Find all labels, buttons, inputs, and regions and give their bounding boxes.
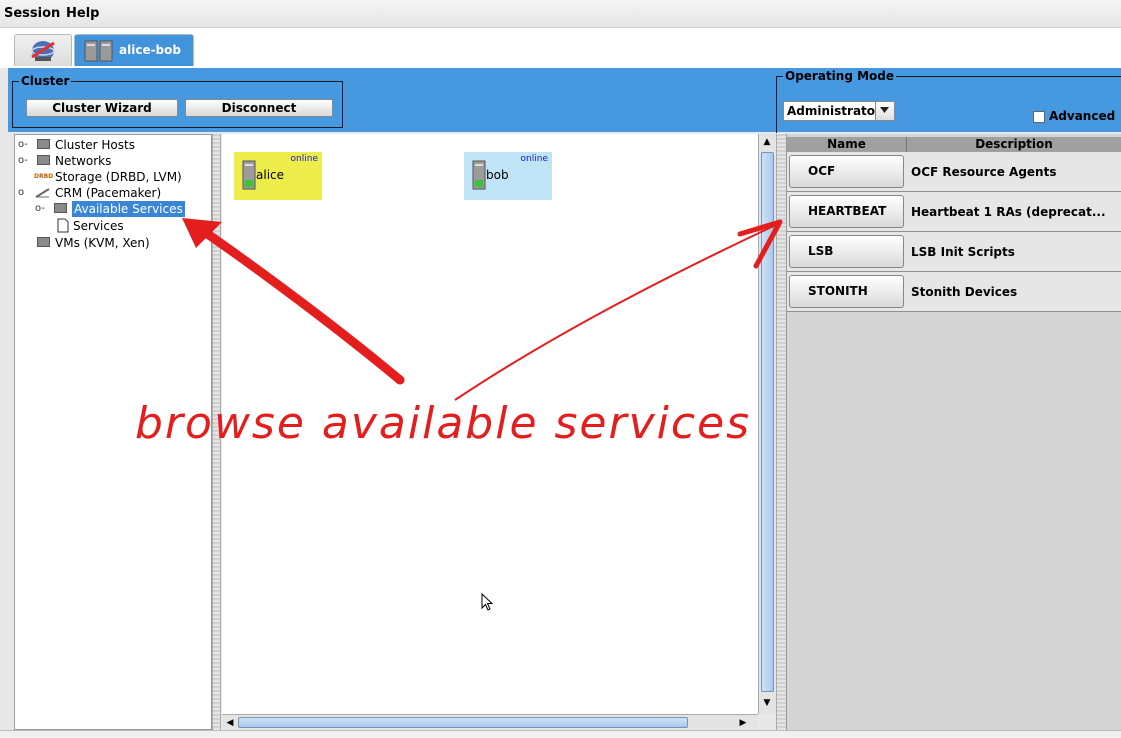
service-description: OCF Resource Agents — [911, 165, 1057, 179]
folder-icon — [37, 155, 50, 165]
tree-item-label: Services — [73, 219, 124, 233]
services-table: Name Description OCF OCF Resource Agents… — [786, 134, 1121, 730]
status-bar — [0, 730, 1121, 738]
table-row[interactable]: STONITH Stonith Devices — [787, 272, 1121, 312]
service-class-button[interactable]: LSB — [789, 235, 904, 268]
host-bob[interactable]: online bob — [464, 152, 552, 200]
operating-mode-value: Administrator — [787, 104, 881, 118]
table-header: Name Description — [787, 137, 1121, 152]
globe-icon — [31, 41, 55, 61]
tree-item-label: CRM (Pacemaker) — [55, 186, 162, 200]
cluster-wizard-button[interactable]: Cluster Wizard — [26, 99, 178, 117]
host-name: alice — [256, 168, 285, 182]
tree-item-label: VMs (KVM, Xen) — [55, 236, 150, 250]
tree-item-label: Storage (DRBD, LVM) — [55, 170, 182, 184]
collapse-icon[interactable]: o — [18, 185, 24, 201]
operating-mode-title: Operating Mode — [783, 68, 897, 84]
graph-horizontal-scrollbar[interactable]: ◀ ▶ — [222, 714, 758, 730]
tab-alice-bob[interactable]: alice-bob — [74, 34, 194, 66]
column-header-name[interactable]: Name — [787, 137, 907, 152]
tab-strip: alice-bob — [0, 28, 1121, 68]
column-header-description[interactable]: Description — [907, 137, 1121, 152]
scroll-down-icon[interactable]: ▼ — [760, 696, 774, 710]
service-description: Heartbeat 1 RAs (deprecat... — [911, 205, 1106, 219]
scroll-up-icon[interactable]: ▲ — [760, 135, 774, 149]
expand-icon[interactable]: o- — [35, 201, 45, 217]
host-alice[interactable]: online alice — [234, 152, 322, 200]
server-icon — [472, 160, 486, 190]
operating-mode-select[interactable]: Administrator — [783, 101, 895, 121]
service-class-button[interactable]: STONITH — [789, 275, 904, 308]
operating-mode-group: Operating Mode Administrator Advanced — [776, 68, 1121, 133]
menu-bar: Session Help — [0, 0, 1121, 28]
tab-alice-bob-label: alice-bob — [119, 43, 181, 57]
host-name: bob — [486, 168, 509, 182]
server-icon — [242, 160, 256, 190]
service-class-button[interactable]: HEARTBEAT — [789, 195, 904, 228]
expand-icon[interactable]: o- — [18, 137, 28, 153]
drbd-icon: DRBD — [34, 173, 54, 180]
chevron-down-icon[interactable] — [875, 102, 894, 120]
folder-icon — [37, 237, 50, 247]
service-class-button[interactable]: OCF — [789, 155, 904, 188]
host-status: online — [520, 154, 548, 164]
table-row[interactable]: OCF OCF Resource Agents — [787, 152, 1121, 192]
cluster-icon — [84, 40, 113, 62]
graph-vertical-scrollbar[interactable]: ▲ ▼ — [758, 134, 776, 714]
pacemaker-icon — [35, 188, 50, 198]
host-status: online — [290, 154, 318, 164]
scroll-thumb[interactable] — [238, 717, 688, 728]
disconnect-button[interactable]: Disconnect — [185, 99, 333, 117]
menu-help-label: Help — [66, 6, 100, 21]
cluster-group-title: Cluster — [19, 73, 72, 89]
scroll-right-icon[interactable]: ▶ — [736, 716, 750, 730]
tree-item-label: Cluster Hosts — [55, 138, 135, 152]
tab-home[interactable] — [14, 34, 72, 66]
advanced-label: Advanced — [1049, 109, 1116, 123]
menu-session[interactable]: Session — [4, 6, 60, 21]
service-description: Stonith Devices — [911, 285, 1018, 299]
advanced-checkbox[interactable] — [1033, 111, 1045, 123]
tree-item-label: Available Services — [72, 201, 185, 217]
scroll-left-icon[interactable]: ◀ — [223, 716, 237, 730]
mouse-cursor-icon — [481, 593, 494, 611]
menu-help[interactable]: Help — [66, 6, 99, 21]
document-icon — [57, 218, 69, 233]
service-description: LSB Init Scripts — [911, 245, 1015, 259]
folder-icon — [37, 139, 50, 149]
folder-icon — [54, 203, 67, 213]
table-row[interactable]: LSB LSB Init Scripts — [787, 232, 1121, 272]
cluster-toolbar: Cluster Cluster Wizard Disconnect Operat… — [8, 68, 1121, 133]
right-splitter[interactable] — [776, 134, 786, 730]
scroll-thumb[interactable] — [761, 152, 774, 692]
tree-item-label: Networks — [55, 154, 112, 168]
annotation-text: browse available services — [135, 398, 752, 449]
table-row[interactable]: HEARTBEAT Heartbeat 1 RAs (deprecat... — [787, 192, 1121, 232]
menu-session-label: Session — [4, 6, 61, 21]
cluster-group: Cluster Cluster Wizard Disconnect — [12, 73, 343, 128]
expand-icon[interactable]: o- — [18, 153, 28, 169]
